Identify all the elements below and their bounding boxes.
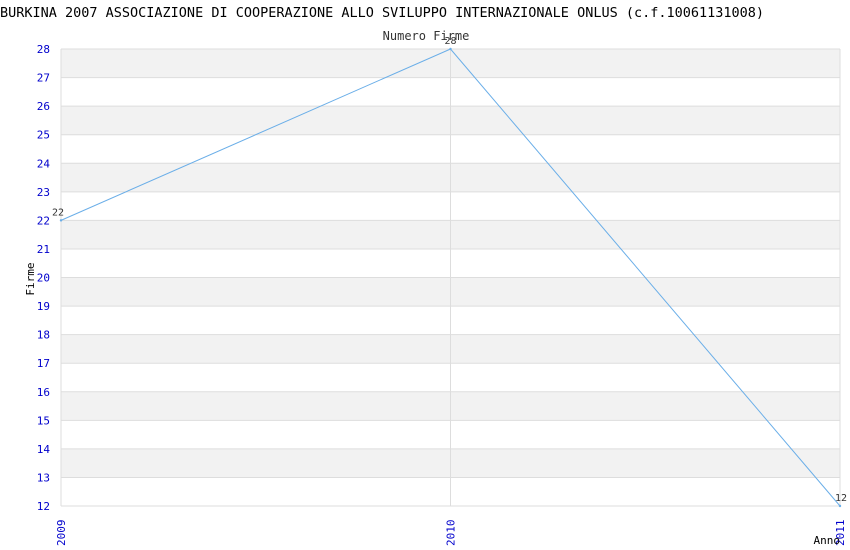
y-tick-label: 15 <box>37 414 50 427</box>
y-tick-label: 25 <box>37 129 50 142</box>
legend-series-name: Numero Firme <box>383 29 470 43</box>
x-tick-label: 2009 <box>55 520 68 547</box>
y-tick-label: 13 <box>37 471 50 484</box>
y-axis-ticks: 12 13 14 15 16 17 18 19 20 21 22 23 24 25 26 27 28 <box>37 43 51 513</box>
x-axis-ticks: 2009 2010 2011 <box>55 520 847 547</box>
y-tick-label: 23 <box>37 186 50 199</box>
line-chart: 1213141516171819202122232425262728 2009 2… <box>24 29 847 547</box>
y-axis-label: Firme <box>24 262 37 295</box>
y-tick-label: 19 <box>37 300 50 313</box>
y-tick-label: 18 <box>37 329 50 342</box>
y-tick-label: 24 <box>37 157 51 170</box>
data-label: 22 <box>52 207 64 218</box>
y-tick-label: 14 <box>37 443 51 456</box>
x-tick-label: 2010 <box>445 520 458 547</box>
y-tick-label: 17 <box>37 357 50 370</box>
data-point <box>59 219 63 222</box>
y-tick-label: 28 <box>37 43 50 56</box>
y-tick-label: 20 <box>37 272 50 285</box>
data-point <box>838 504 842 508</box>
y-tick-label: 12 <box>37 500 50 513</box>
y-tick-label: 26 <box>37 100 50 113</box>
y-tick-label: 21 <box>37 243 50 256</box>
y-tick-label: 16 <box>37 386 50 399</box>
data-label: 12 <box>835 493 847 504</box>
y-tick-label: 27 <box>37 72 50 85</box>
y-tick-label: 22 <box>37 214 50 227</box>
x-axis-label: Anno <box>814 534 841 547</box>
data-point <box>449 47 452 51</box>
